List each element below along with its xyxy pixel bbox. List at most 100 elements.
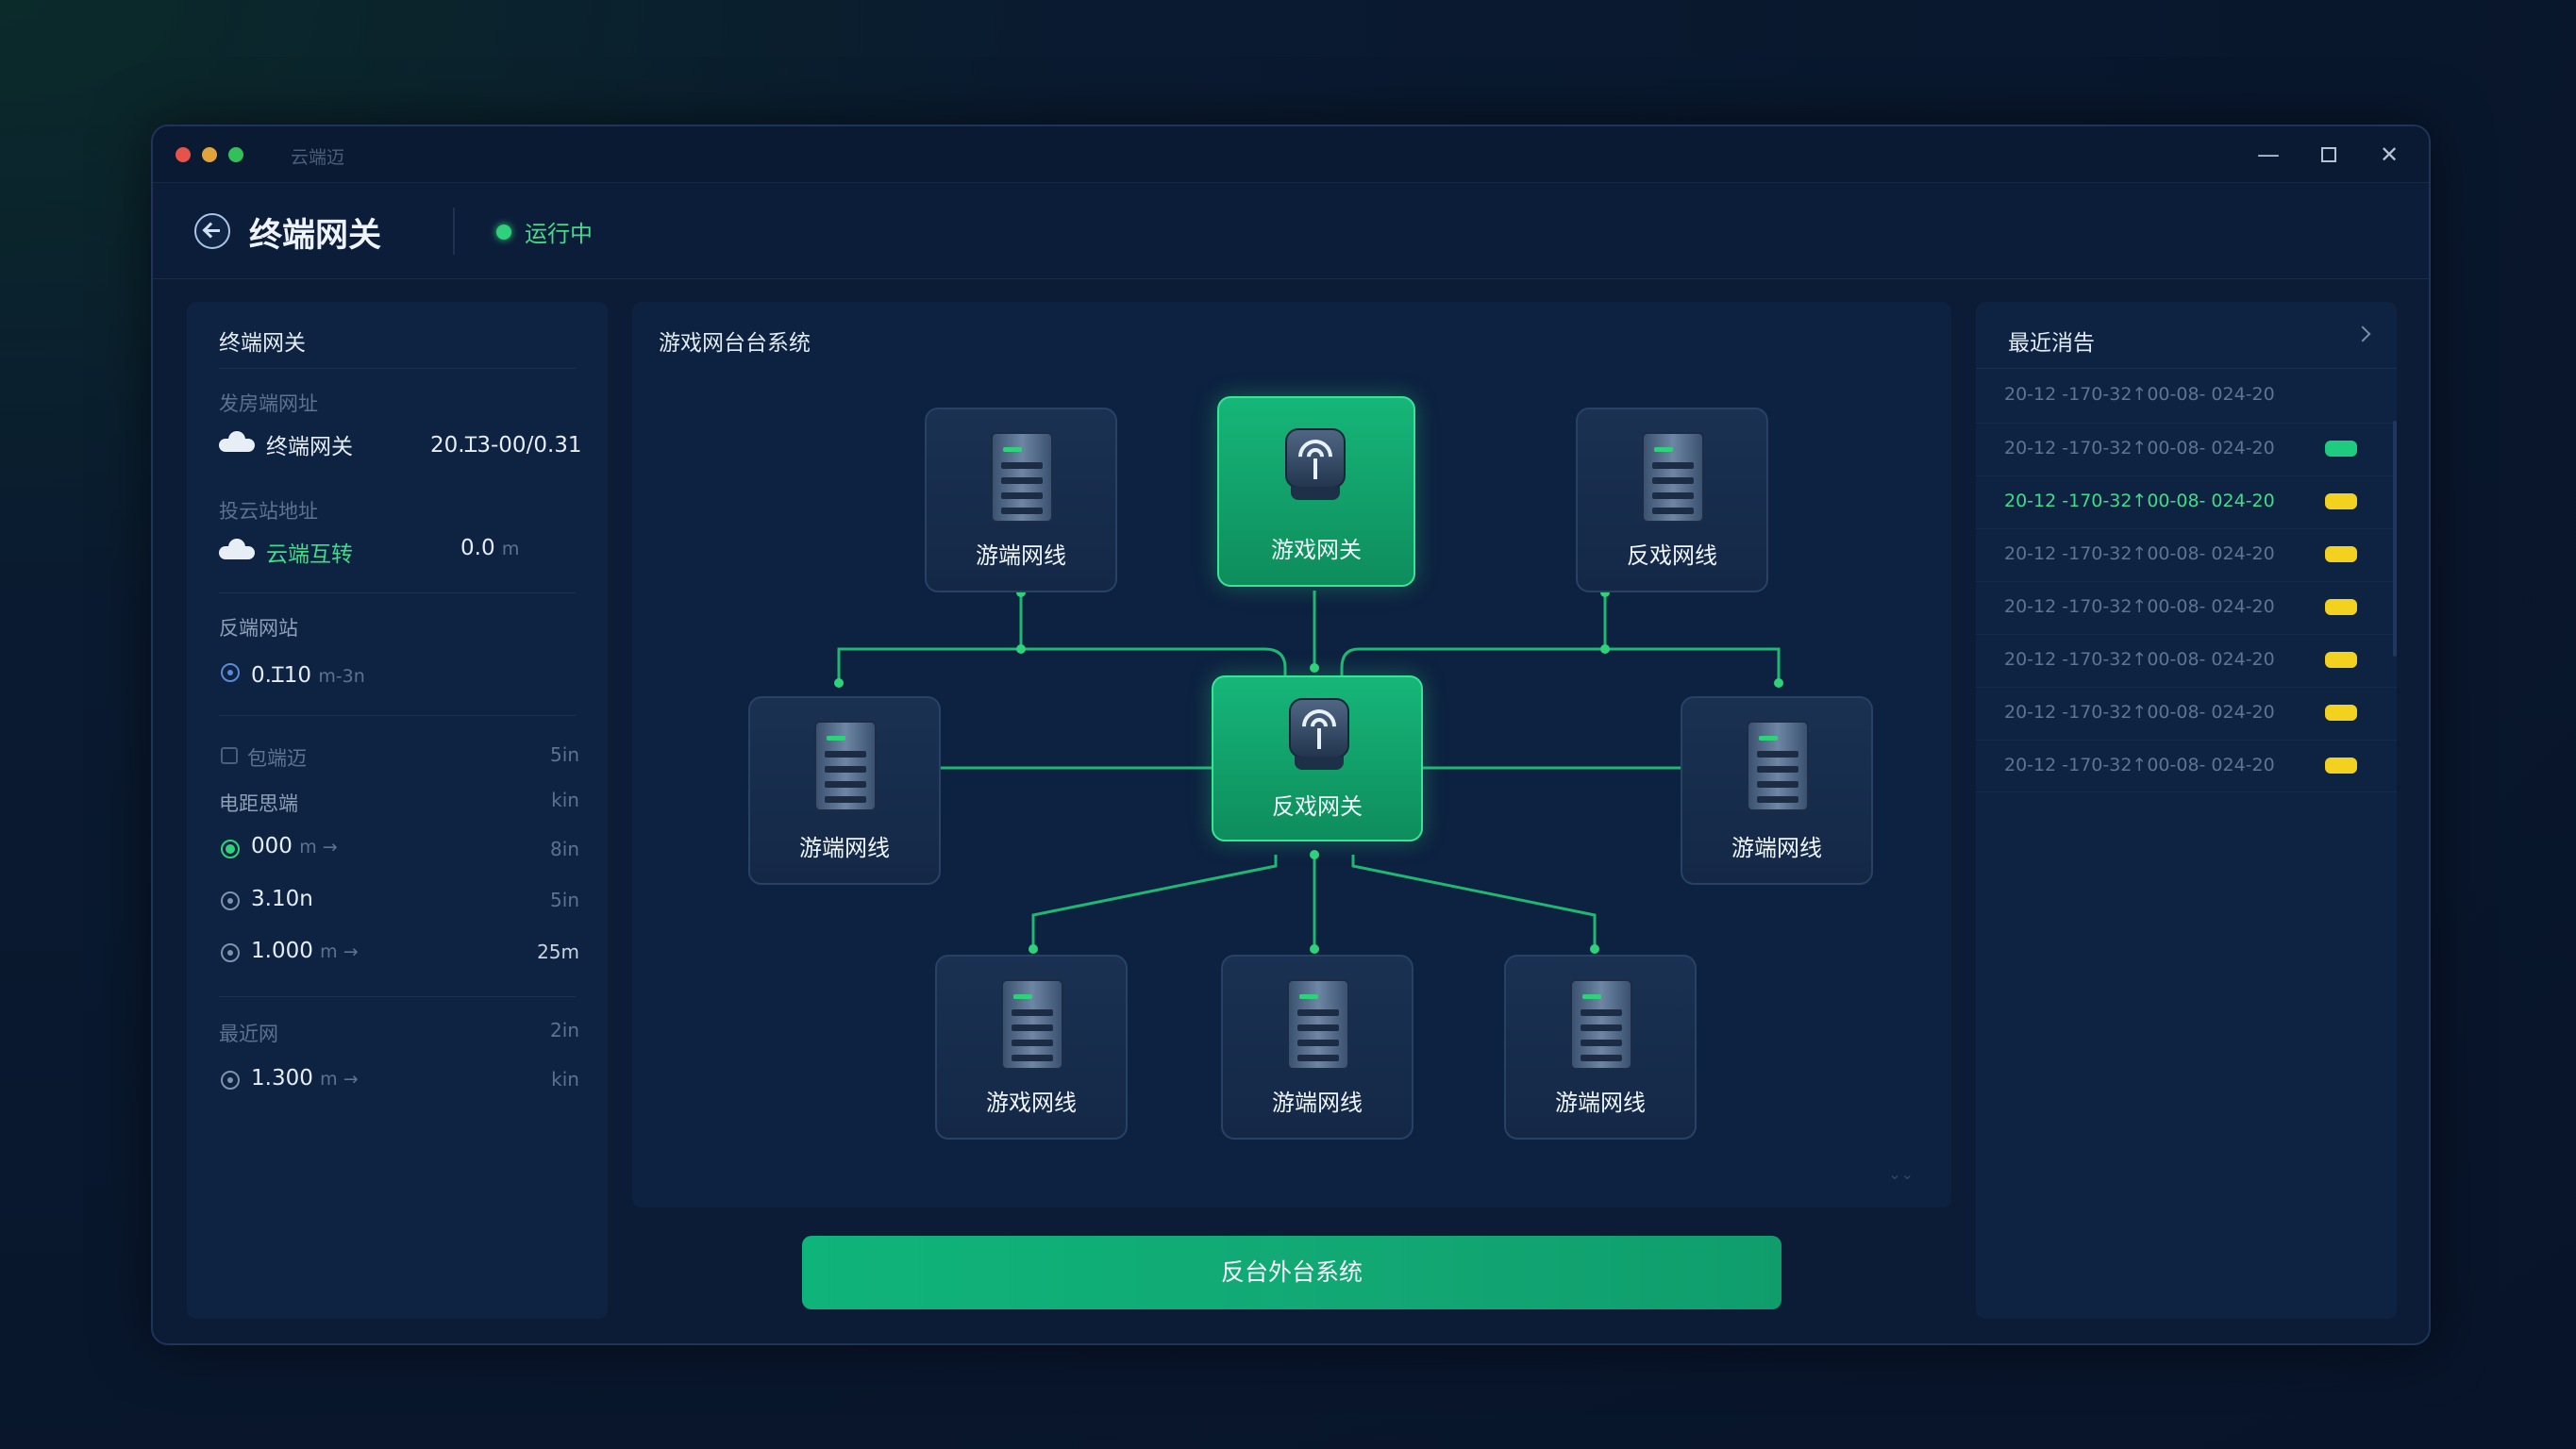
option-value: 3.10n: [251, 887, 313, 911]
recent-messages-panel: 最近消告 20-12 -170-32↑00-08- 024-20 20-12 -…: [1976, 302, 2397, 1319]
topology-panel: 游戏网台台系统 游端网线 游戏网关 反戏网线 游端网线 反戏网关 游端网线 游戏…: [632, 302, 1951, 1208]
log-row[interactable]: 20-12 -170-32↑00-08- 024-20: [1976, 634, 2397, 687]
log-text: 20-12 -170-32↑00-08- 024-20: [2004, 384, 2275, 405]
node-mid-left[interactable]: 游端网线: [748, 696, 941, 885]
server-icon: [1287, 979, 1349, 1070]
status-pill-yellow: [2325, 758, 2357, 774]
node-label: 反戏网线: [1627, 542, 1717, 569]
server-icon: [814, 721, 877, 811]
package-checkbox[interactable]: [221, 747, 238, 764]
minimize-dot-icon[interactable]: [202, 147, 217, 162]
option-radio[interactable]: [221, 1071, 240, 1090]
divider: [219, 715, 576, 716]
maximize-icon[interactable]: [2310, 136, 2348, 174]
package-label: 包端迈: [247, 747, 307, 770]
node-label: 游戏网关: [1271, 537, 1362, 563]
log-text: 20-12 -170-32↑00-08- 024-20: [2004, 438, 2275, 458]
right-panel-title: 最近消告: [2008, 331, 2095, 356]
status-dot-icon: [496, 225, 511, 240]
server-icon: [1747, 721, 1809, 811]
back-arrow-icon[interactable]: [194, 213, 230, 249]
window-title: 云端迈: [291, 147, 345, 168]
node-top-left[interactable]: 游端网线: [925, 408, 1117, 592]
option-right-value: 8in: [550, 838, 579, 860]
divider: [219, 368, 576, 369]
log-row[interactable]: 20-12 -170-32↑00-08- 024-20: [1976, 370, 2397, 423]
log-row[interactable]: 20-12 -170-32↑00-08- 024-20: [1976, 740, 2397, 792]
status-pill-yellow: [2325, 493, 2357, 509]
title-bar: 云端迈 — ✕: [153, 126, 2429, 183]
node-mid-right[interactable]: 游端网线: [1681, 696, 1873, 885]
cloud-relay-name: 云端互转: [266, 542, 353, 567]
option-value: 1.000 m →: [251, 939, 359, 963]
node-label: 游端网线: [1731, 835, 1822, 861]
node-label: 游端网线: [1555, 1090, 1646, 1116]
close-icon[interactable]: ✕: [2370, 136, 2408, 174]
log-text: 20-12 -170-32↑00-08- 024-20: [2004, 755, 2275, 775]
chevron-right-icon[interactable]: [2354, 325, 2371, 342]
source-gateway-name: 终端网关: [266, 435, 353, 459]
status-pill-yellow: [2325, 546, 2357, 562]
package-right-value: 5in: [550, 743, 579, 766]
recent-network-right-value: 2in: [550, 1019, 579, 1041]
option-right-value: 5in: [550, 889, 579, 911]
cloud-address-label: 投云站地址: [219, 500, 318, 523]
node-label: 反戏网关: [1272, 793, 1363, 820]
log-text: 20-12 -170-32↑00-08- 024-20: [2004, 702, 2275, 723]
node-bottom-left[interactable]: 游戏网线: [935, 955, 1128, 1140]
cloud-icon: [219, 539, 255, 559]
minimize-icon[interactable]: —: [2250, 136, 2287, 174]
app-window: 云端迈 — ✕ 终端网关 运行中 终端网关 发房端网址 终端网关 20.Ɪ3-0…: [151, 125, 2431, 1345]
option-radio-selected[interactable]: [221, 840, 240, 858]
node-label: 游端网线: [1272, 1090, 1363, 1116]
zoom-dot-icon[interactable]: [228, 147, 243, 162]
option-right-value: kin: [551, 1068, 579, 1091]
close-dot-icon[interactable]: [176, 147, 191, 162]
option-radio[interactable]: [221, 943, 240, 962]
source-address-label: 发房端网址: [219, 392, 318, 415]
router-icon: [1285, 691, 1353, 774]
reverse-site-value: 0.Ɪ10 m-3n: [251, 663, 365, 688]
status-pill-yellow: [2325, 599, 2357, 615]
log-text: 20-12 -170-32↑00-08- 024-20: [2004, 649, 2275, 670]
option-right-value: 25m: [537, 941, 579, 963]
scrollbar[interactable]: [2393, 421, 2397, 657]
collapse-icon[interactable]: ⌄⌄: [1888, 1165, 1914, 1183]
system-action-button[interactable]: 反台外台系统: [802, 1236, 1781, 1309]
status-pill-yellow: [2325, 705, 2357, 721]
gateway-info-panel: 终端网关 发房端网址 终端网关 20.Ɪ3-00/0.31 投云站地址 云端互转…: [187, 302, 608, 1319]
cloud-icon: [219, 431, 255, 452]
node-label: 游戏网线: [986, 1090, 1077, 1116]
node-label: 游端网线: [799, 835, 890, 861]
server-icon: [1642, 432, 1704, 523]
divider: [1976, 368, 2397, 369]
node-bottom-right[interactable]: 游端网线: [1504, 955, 1697, 1140]
left-panel-title: 终端网关: [219, 331, 306, 356]
status-badge: 运行中: [525, 221, 593, 247]
distance-right-value: kin: [551, 789, 579, 811]
header-divider: [453, 208, 455, 255]
recent-network-label: 最近网: [219, 1023, 278, 1045]
divider: [219, 996, 576, 997]
log-row[interactable]: 20-12 -170-32↑00-08- 024-20: [1976, 687, 2397, 740]
option-radio[interactable]: [221, 891, 240, 910]
log-row[interactable]: 20-12 -170-32↑00-08- 024-20: [1976, 475, 2397, 528]
status-pill-green: [2325, 441, 2357, 457]
node-bottom-center[interactable]: 游端网线: [1221, 955, 1413, 1140]
node-top-right[interactable]: 反戏网线: [1576, 408, 1768, 592]
node-top-center-gateway[interactable]: 游戏网关: [1217, 396, 1415, 587]
node-hub-gateway[interactable]: 反戏网关: [1212, 675, 1423, 841]
option-value: 000 m →: [251, 834, 338, 858]
option-value: 1.300 m →: [251, 1066, 359, 1091]
log-row[interactable]: 20-12 -170-32↑00-08- 024-20: [1976, 581, 2397, 634]
source-address-value: 20.Ɪ3-00/0.31: [430, 433, 582, 458]
log-row[interactable]: 20-12 -170-32↑00-08- 024-20: [1976, 423, 2397, 475]
reverse-site-label: 反端网站: [219, 617, 298, 640]
reverse-site-radio[interactable]: [221, 663, 240, 682]
server-icon: [1001, 979, 1063, 1070]
server-icon: [991, 432, 1053, 523]
log-row[interactable]: 20-12 -170-32↑00-08- 024-20: [1976, 528, 2397, 581]
log-text: 20-12 -170-32↑00-08- 024-20: [2004, 543, 2275, 564]
cloud-relay-value: 0.0 m: [460, 536, 520, 560]
page-title: 终端网关: [249, 217, 382, 255]
